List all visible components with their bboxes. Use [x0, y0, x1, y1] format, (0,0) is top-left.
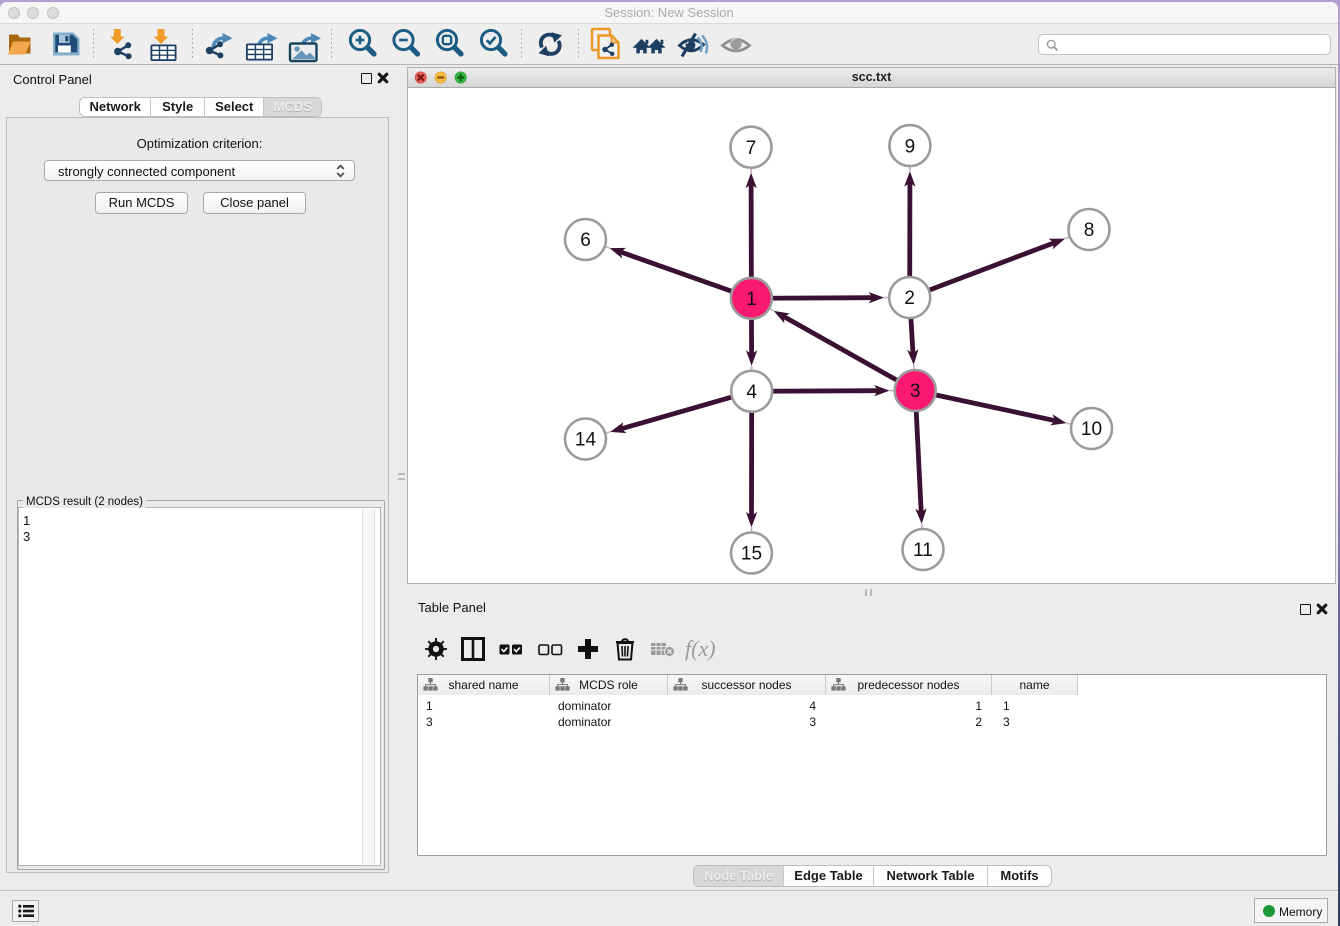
svg-text:11: 11: [913, 540, 933, 561]
svg-text:6: 6: [580, 230, 591, 251]
svg-text:15: 15: [741, 544, 762, 565]
svg-text:7: 7: [746, 138, 757, 159]
svg-text:4: 4: [746, 382, 757, 403]
svg-text:14: 14: [575, 430, 597, 451]
svg-text:2: 2: [904, 288, 915, 309]
svg-text:8: 8: [1084, 220, 1095, 241]
svg-text:3: 3: [910, 381, 921, 402]
svg-text:10: 10: [1081, 419, 1102, 440]
svg-text:1: 1: [746, 289, 757, 310]
svg-text:9: 9: [905, 136, 916, 157]
